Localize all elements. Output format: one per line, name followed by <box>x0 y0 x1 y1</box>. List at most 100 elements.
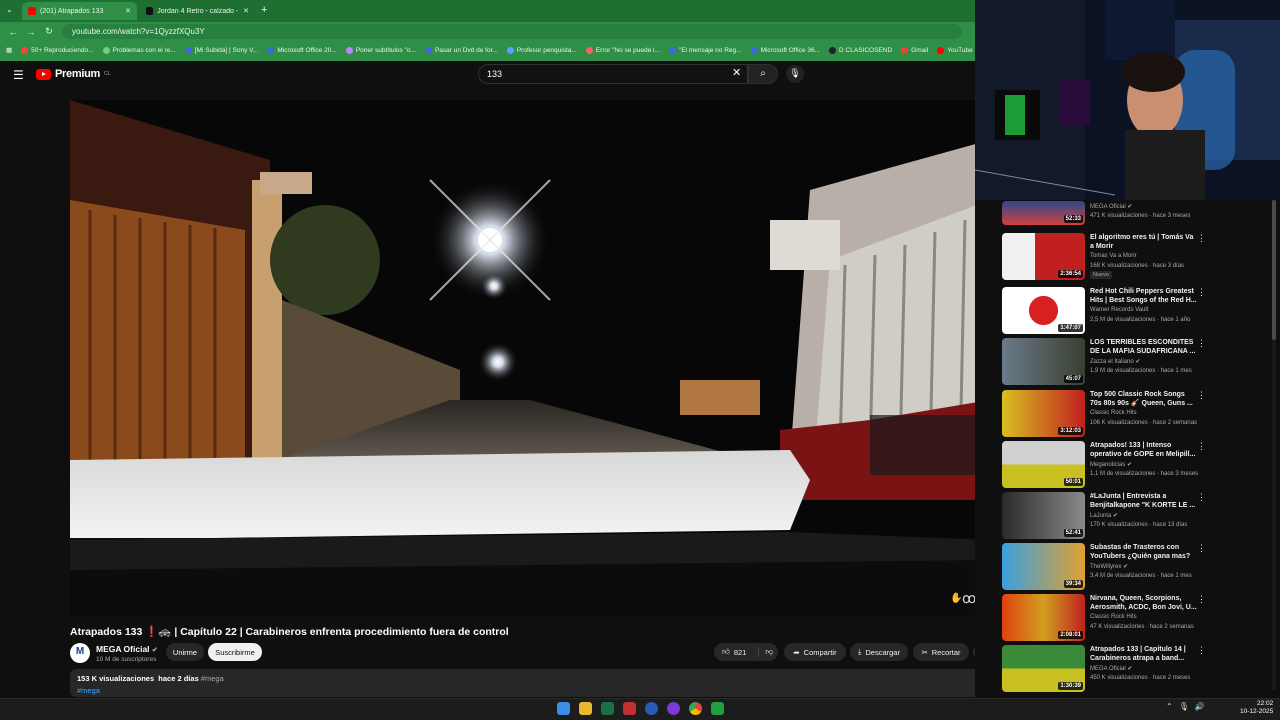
video-thumbnail[interactable]: 3:12:03 <box>1002 390 1085 437</box>
excel-icon[interactable] <box>601 702 614 715</box>
bookmark[interactable]: D CLASICOSEND <box>829 46 892 54</box>
bookmark[interactable]: [Mi Subida] | Sony V... <box>184 46 258 54</box>
rec-channel[interactable]: Tomas Va a Morir <box>1090 253 1137 259</box>
description-box[interactable]: 153 K visualizaciones hace 2 días #mega … <box>70 669 989 697</box>
kebab-menu-icon[interactable]: ⋮ <box>1197 233 1206 244</box>
recommendation-item[interactable]: 50:01 Atrapados! 133 | Intenso operativo… <box>1002 441 1207 491</box>
rec-title[interactable]: Atrapados! 133 | Intenso operativo de GO… <box>1090 441 1198 459</box>
kebab-menu-icon[interactable]: ⋮ <box>1197 594 1206 605</box>
video-thumbnail[interactable]: 45:07 <box>1002 338 1085 385</box>
video-thumbnail[interactable]: 52:33 <box>1002 201 1085 225</box>
recommendation-item[interactable]: 2:08:01 Nirvana, Queen, Scorpions, Aeros… <box>1002 594 1207 644</box>
bookmark[interactable]: "El mensaje no Reg... <box>668 46 742 54</box>
rec-title[interactable]: Red Hot Chili Peppers Greatest Hits | Be… <box>1090 287 1198 305</box>
video-thumbnail[interactable]: 52:41 <box>1002 492 1085 539</box>
recommendation-item[interactable]: 1:47:07 Red Hot Chili Peppers Greatest H… <box>1002 287 1207 337</box>
like-button[interactable]: 👍︎ 821 👎︎ <box>714 643 778 661</box>
video-thumbnail[interactable]: 1:47:07 <box>1002 287 1085 334</box>
bookmark[interactable]: Microsoft Office 36... <box>750 46 820 54</box>
subscribe-button[interactable]: Suscribirme <box>208 643 262 661</box>
rec-title[interactable]: Subastas de Trasteros con YouTubers ¿Qui… <box>1090 543 1198 561</box>
kebab-menu-icon[interactable]: ⋮ <box>1197 441 1206 452</box>
bookmark[interactable]: YouTube <box>937 46 973 54</box>
kebab-menu-icon[interactable]: ⋮ <box>1197 287 1206 298</box>
bookmark[interactable]: Profesor penquista... <box>506 46 577 54</box>
new-tab-icon[interactable]: + <box>261 4 267 16</box>
scrollbar-thumb[interactable] <box>1272 200 1276 340</box>
video-thumbnail[interactable]: 1:30:39 <box>1002 645 1085 692</box>
kebab-menu-icon[interactable]: ⋮ <box>1197 492 1206 503</box>
video-thumbnail[interactable]: 2:36:54 <box>1002 233 1085 280</box>
tab-search-icon[interactable]: ⌄ <box>6 5 13 14</box>
kebab-menu-icon[interactable]: ⋮ <box>1197 390 1206 401</box>
chrome-icon[interactable] <box>689 702 702 715</box>
calendar-app-icon[interactable] <box>623 702 636 715</box>
share-button[interactable]: ➦ Compartir <box>784 643 846 661</box>
channel-avatar[interactable]: M <box>70 643 90 663</box>
bookmark[interactable]: Poner subtítulos "o... <box>345 46 416 54</box>
file-explorer-icon[interactable] <box>579 702 592 715</box>
kebab-menu-icon[interactable]: ⋮ <box>1197 543 1206 554</box>
rec-title[interactable]: LOS TERRIBLES ESCONDITES DE LA MAFIA SUD… <box>1090 338 1198 356</box>
bookmark[interactable]: Gmail <box>901 46 928 54</box>
search-input[interactable]: 133 <box>478 64 748 84</box>
rec-channel[interactable]: MEGA Oficial ✔ <box>1090 665 1132 672</box>
rec-channel[interactable]: TheWillyrex ✔ <box>1090 563 1128 570</box>
rec-title[interactable]: Nirvana, Queen, Scorpions, Aerosmith, AC… <box>1090 594 1198 612</box>
recommendation-item[interactable]: 45:07 LOS TERRIBLES ESCONDITES DE LA MAF… <box>1002 338 1207 388</box>
bookmark[interactable]: Problemas con el re... <box>102 46 176 54</box>
microphone-icon[interactable]: 🎙 <box>786 65 804 83</box>
reload-icon[interactable]: ↻ <box>44 26 54 37</box>
rec-title[interactable]: Top 500 Classic Rock Songs 70s 80s 90s 🎸… <box>1090 390 1198 408</box>
rec-channel[interactable]: MEGA Oficial ✔ <box>1090 203 1132 210</box>
system-tray[interactable]: ⌃🎙🔊 <box>1166 702 1211 711</box>
video-player[interactable] <box>70 100 990 616</box>
tab-active[interactable]: (201) Atrapados 133 ✕ <box>22 2 137 20</box>
join-button[interactable]: Unirme <box>166 643 204 661</box>
clip-button[interactable]: ✂ Recortar <box>913 643 969 661</box>
bookmark[interactable]: Pasar un Dvd de for... <box>424 46 498 54</box>
close-tab-icon[interactable]: ✕ <box>243 7 249 15</box>
rec-channel[interactable]: LaJunta ✔ <box>1090 512 1118 519</box>
rec-title[interactable]: El algoritmo eres tú | Tomás Va a Morir <box>1090 233 1198 251</box>
rec-channel[interactable]: Classic Rock Hits <box>1090 410 1137 416</box>
address-bar[interactable]: youtube.com/watch?v=1QyzzfXQu3Y <box>62 24 962 39</box>
recommendation-item[interactable]: 39:34 Subastas de Trasteros con YouTuber… <box>1002 543 1207 593</box>
rec-channel[interactable]: Classic Rock Hits <box>1090 614 1137 620</box>
rec-title[interactable]: Atrapados 133 | Capítulo 14 | Carabinero… <box>1090 645 1198 663</box>
recommendation-item[interactable]: 1:30:39 Atrapados 133 | Capítulo 14 | Ca… <box>1002 645 1207 695</box>
recommendation-item[interactable]: 52:41 #LaJunta | Entrevista a Benjitalka… <box>1002 492 1207 542</box>
bookmark[interactable]: 50+ Reproduciendo... <box>21 46 94 54</box>
recommendation-item[interactable]: 3:12:03 Top 500 Classic Rock Songs 70s 8… <box>1002 390 1207 440</box>
channel-name[interactable]: MEGA Oficial ✔ <box>96 644 158 654</box>
close-tab-icon[interactable]: ✕ <box>125 7 131 15</box>
recommendation-item[interactable]: 2:36:54 El algoritmo eres tú | Tomás Va … <box>1002 233 1207 283</box>
app-icon[interactable] <box>645 702 658 715</box>
back-icon[interactable]: ← <box>8 27 18 37</box>
kebab-menu-icon[interactable]: ⋮ <box>1197 645 1206 656</box>
taskbar-clock[interactable]: 22:02 10-12-2025 <box>1240 700 1273 716</box>
download-button[interactable]: ⤓ Descargar <box>850 643 908 661</box>
kebab-menu-icon[interactable]: ⋮ <box>1197 338 1206 349</box>
rec-title[interactable]: #LaJunta | Entrevista a Benjitalkapone "… <box>1090 492 1198 510</box>
rec-channel[interactable]: Warner Records Vault <box>1090 307 1148 313</box>
dislike-icon[interactable]: 👎︎ <box>758 647 773 657</box>
video-thumbnail[interactable]: 50:01 <box>1002 441 1085 488</box>
bookmark[interactable]: Microsoft Office 20... <box>267 46 337 54</box>
hamburger-menu-icon[interactable]: ☰ <box>13 68 24 82</box>
rec-channel[interactable]: Meganoticias ✔ <box>1090 461 1132 468</box>
app-icon[interactable] <box>711 702 724 715</box>
hashtag-link[interactable]: #mega <box>77 686 982 695</box>
search-button[interactable]: ⌕ <box>748 64 778 84</box>
app-icon[interactable] <box>667 702 680 715</box>
windows-start-icon[interactable] <box>557 702 570 715</box>
youtube-logo[interactable]: Premium CL <box>36 68 110 80</box>
clear-search-icon[interactable]: ✕ <box>732 66 741 79</box>
bookmark[interactable]: Error "No se puede l... <box>585 46 660 54</box>
tab-jordan[interactable]: Jordan 4 Retro - calzado - SNK ✕ <box>140 2 255 20</box>
forward-icon[interactable]: → <box>26 27 36 37</box>
video-thumbnail[interactable]: 2:08:01 <box>1002 594 1085 641</box>
rec-channel[interactable]: Zazza el Italiano ✔ <box>1090 358 1140 365</box>
apps-icon[interactable]: ▦ <box>6 46 12 54</box>
video-thumbnail[interactable]: 39:34 <box>1002 543 1085 590</box>
